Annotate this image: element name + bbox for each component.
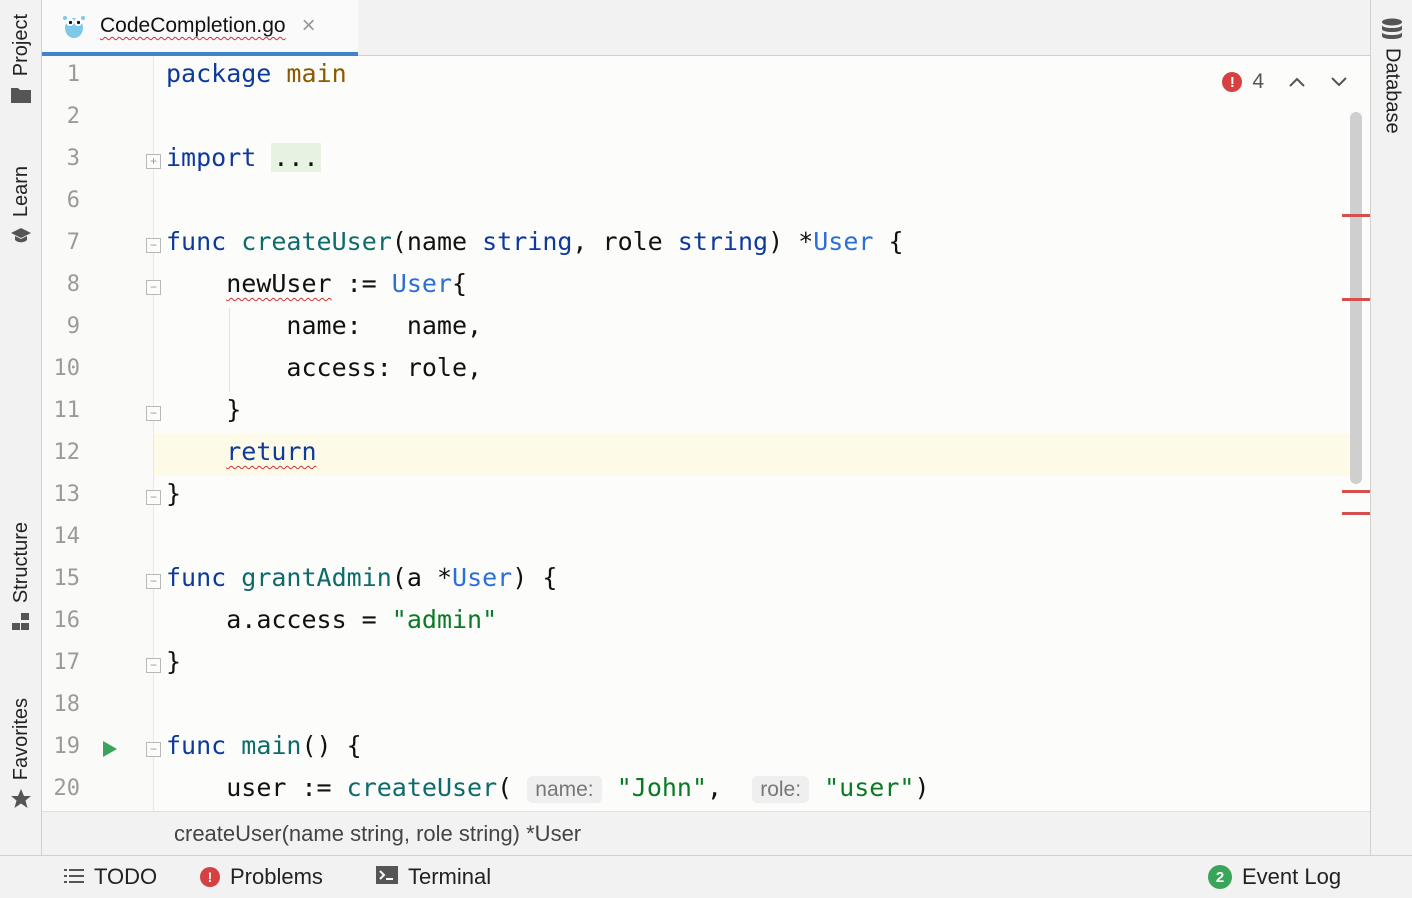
inspection-widget[interactable]: ! 4 [1222,70,1348,94]
fold-end-icon[interactable]: − [146,406,161,421]
code-line-16: a.access = "admin" [226,605,498,634]
folder-icon [10,84,32,106]
structure-icon [10,611,32,633]
learn-tool-tab[interactable]: Learn [0,166,42,247]
fold-end-icon[interactable]: − [146,490,161,505]
fold-expand-icon[interactable]: + [146,154,161,169]
line-number: 6 [66,188,80,213]
line-number: 2 [66,104,80,129]
fold-collapse-icon[interactable]: − [146,238,161,253]
favorites-tab-label: Favorites [9,698,32,781]
structure-tab-label: Structure [9,522,32,604]
left-tool-strip: Project Learn Structure Favorites [0,0,42,855]
right-tool-strip: Database [1370,0,1412,855]
code-line-19: func main() { [166,731,362,760]
folded-imports[interactable]: ... [271,143,321,172]
editor-gutter: 1 2 3 6 7 8 9 10 11 12 13 14 15 16 17 18… [42,56,154,811]
terminal-label: Terminal [408,864,492,889]
code-editor[interactable]: 1 2 3 6 7 8 9 10 11 12 13 14 15 16 17 18… [42,56,1370,811]
code-line-20: user := createUser( name: "John", role: … [226,773,930,803]
param-hint-name: name: [527,776,602,803]
event-log-label: Event Log [1242,864,1342,889]
go-gopher-icon [62,13,86,39]
line-number: 7 [66,230,80,255]
terminal-icon [376,864,398,890]
line-number-current: 12 [53,440,81,465]
favorites-tool-tab[interactable]: Favorites [0,698,42,810]
graduation-cap-icon [10,225,32,247]
next-error-icon[interactable] [1330,71,1348,94]
code-line-11: } [226,395,242,424]
fold-collapse-icon[interactable]: − [146,742,161,757]
error-stripe-marker[interactable] [1342,490,1370,493]
line-number: 18 [53,692,81,717]
code-line-15: func grantAdmin(a *User) { [166,563,558,592]
editor-tab-bar: CodeCompletion.go × [42,0,1370,56]
line-number: 13 [53,482,81,507]
line-number: 10 [53,356,81,381]
run-icon[interactable] [102,740,118,763]
error-stripe-marker[interactable] [1342,298,1370,301]
signature-text: createUser(name string, role string) *Us… [174,820,582,846]
error-count: 4 [1252,70,1264,93]
close-tab-icon[interactable]: × [302,12,316,40]
database-icon [1381,18,1403,42]
line-number: 8 [66,272,80,297]
event-log-badge: 2 [1208,865,1232,889]
code-line-12: return [166,437,317,466]
structure-tool-tab[interactable]: Structure [0,522,42,633]
star-icon [10,788,32,810]
param-hint-role: role: [752,776,810,803]
unused-variable-error: newUser [226,269,332,298]
fold-collapse-icon[interactable]: − [146,280,161,295]
todo-label: TODO [94,864,158,889]
code-line-3: import ... [166,143,321,172]
line-number: 1 [66,62,80,87]
problems-button[interactable]: ! Problems [200,864,323,890]
code-line-13: } [166,479,182,508]
line-number: 3 [66,146,80,171]
file-tab-codecompletion[interactable]: CodeCompletion.go × [42,0,358,56]
error-stripe-marker[interactable] [1342,214,1370,217]
code-line-17: } [166,647,182,676]
error-stripe-marker[interactable] [1342,512,1370,515]
tab-filename: CodeCompletion.go [100,14,286,37]
code-line-7: func createUser(name string, role string… [166,227,904,256]
event-log-button[interactable]: 2 Event Log [1208,864,1341,890]
database-tool-tab[interactable]: Database [1371,18,1412,134]
line-number: 17 [53,650,81,675]
terminal-button[interactable]: Terminal [376,864,491,890]
code-line-10: access: role, [286,353,483,382]
line-number: 11 [53,398,81,423]
line-number: 9 [66,314,80,339]
signature-hint-bar: createUser(name string, role string) *Us… [42,811,1370,855]
list-icon [64,864,84,890]
project-tool-tab[interactable]: Project [0,14,42,106]
tool-window-bar: TODO ! Problems Terminal 2 Event Log [0,855,1412,898]
line-number: 15 [53,566,81,591]
code-line-8: newUser := User{ [226,269,468,298]
todo-button[interactable]: TODO [64,864,157,890]
learn-tab-label: Learn [9,166,32,218]
line-number: 16 [53,608,81,633]
database-tab-label: Database [1381,48,1404,134]
line-number: 20 [53,776,81,801]
line-number: 14 [53,524,81,549]
fold-end-icon[interactable]: − [146,658,161,673]
code-line-1: package main [166,59,347,88]
problems-error-icon: ! [200,867,220,887]
previous-error-icon[interactable] [1288,71,1306,94]
missing-return-error: return [226,437,317,466]
code-line-9: name: name, [286,311,483,340]
line-number: 19 [53,734,81,759]
project-tab-label: Project [9,14,32,77]
error-icon: ! [1222,72,1243,92]
problems-label: Problems [230,864,323,889]
fold-collapse-icon[interactable]: − [146,574,161,589]
